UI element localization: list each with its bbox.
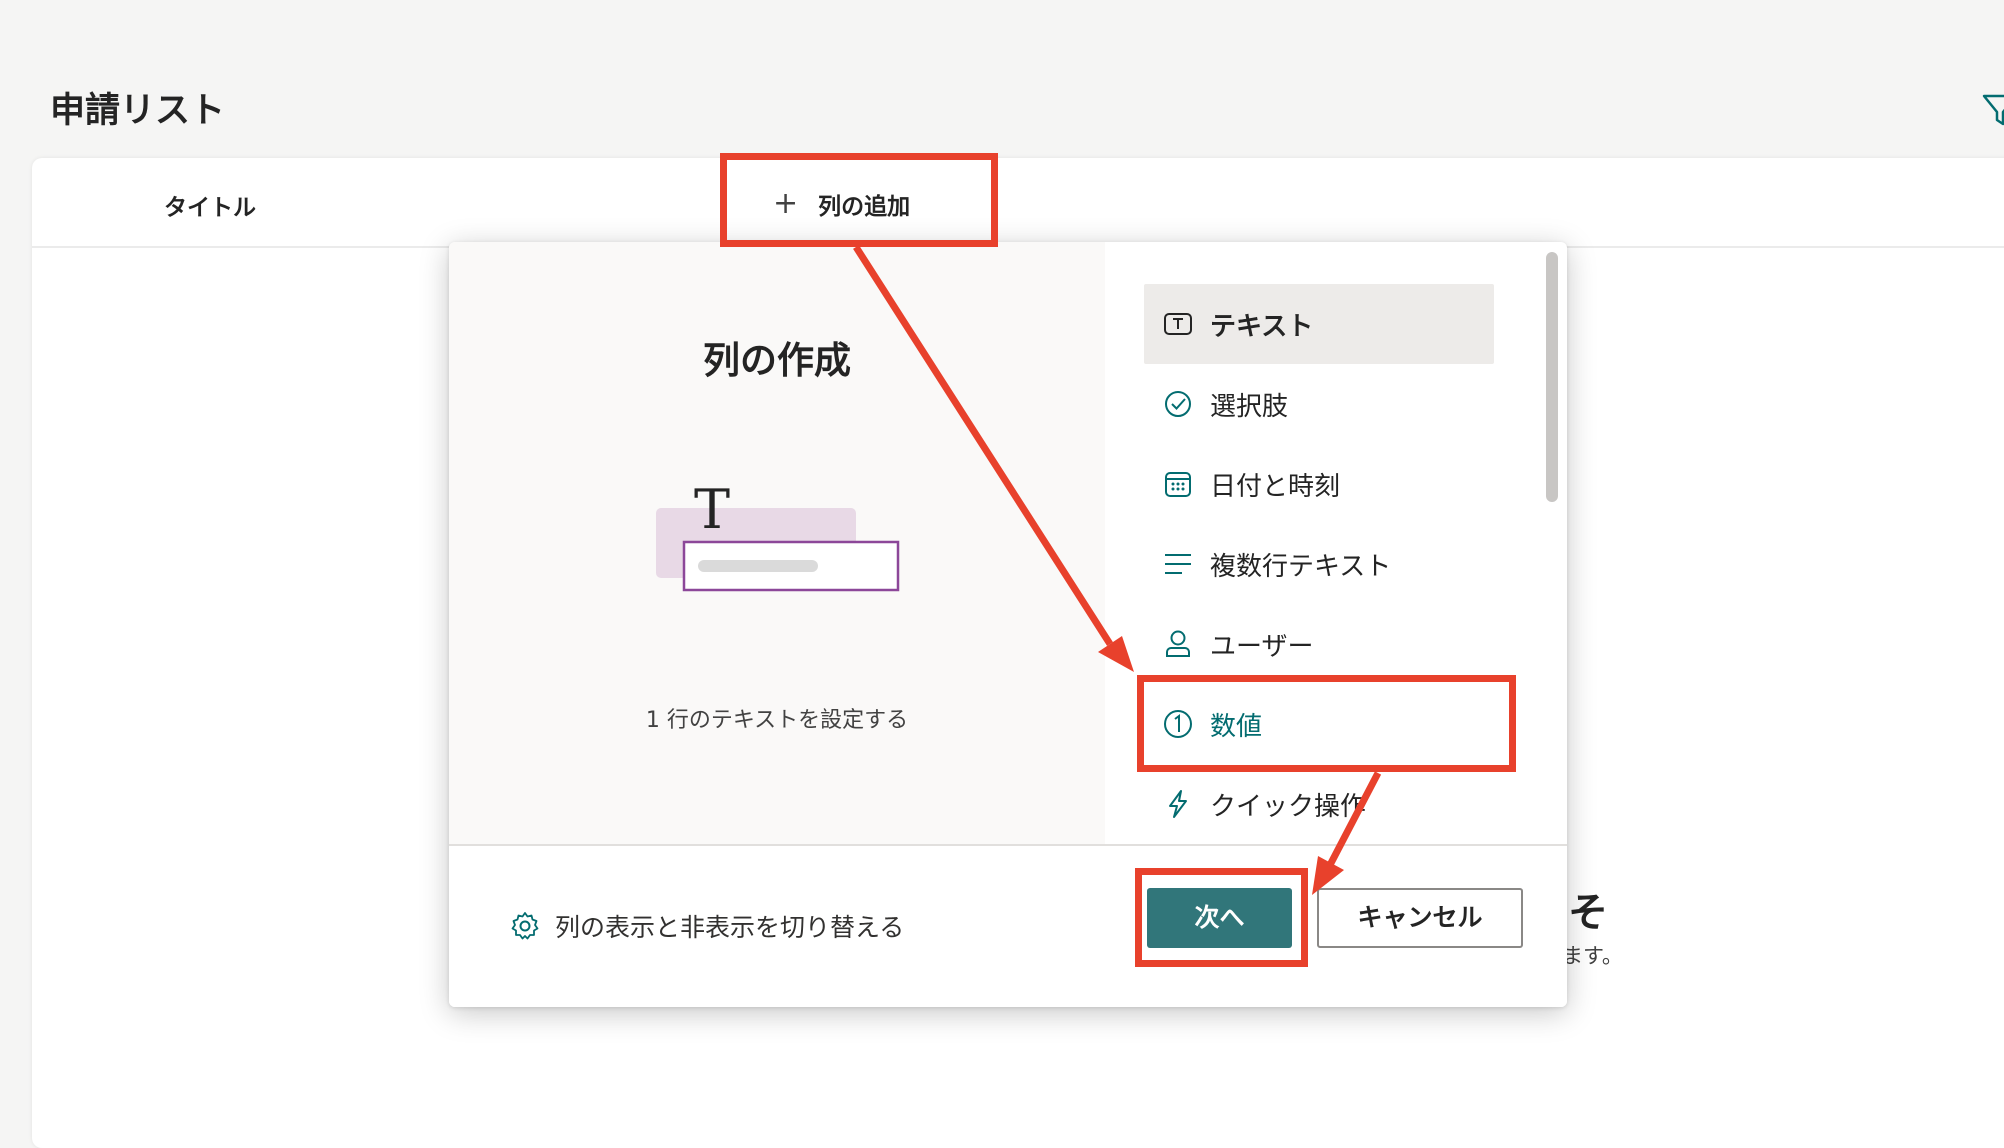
type-option-label: クイック操作 bbox=[1210, 791, 1367, 822]
scrollbar-thumb[interactable] bbox=[1546, 252, 1558, 502]
cancel-button[interactable]: キャンセル bbox=[1317, 888, 1523, 948]
gear-icon bbox=[511, 912, 539, 940]
annotation-box-number bbox=[1137, 675, 1516, 772]
lightning-icon bbox=[1169, 790, 1187, 818]
text-field-preview-illustration: T bbox=[656, 480, 900, 592]
multiline-icon bbox=[1165, 554, 1191, 574]
create-column-dialog: 列の作成 T 1 行のテキストを設定する テキスト 選択肢 日付と時刻 複数行テ… bbox=[449, 242, 1567, 1007]
choice-check-icon bbox=[1165, 391, 1191, 417]
toggle-column-visibility-label: 列の表示と非表示を切り替える bbox=[555, 913, 905, 942]
filter-icon[interactable] bbox=[1980, 90, 2004, 130]
calendar-icon bbox=[1165, 472, 1191, 497]
person-icon bbox=[1166, 630, 1190, 657]
annotation-box-next bbox=[1135, 868, 1308, 967]
empty-state-subtext: ます。 bbox=[1562, 944, 1623, 968]
type-option-multiline[interactable]: 複数行テキスト bbox=[1144, 524, 1494, 604]
type-option-label: 選択肢 bbox=[1210, 391, 1289, 422]
empty-state-heading: そ bbox=[1568, 890, 1608, 936]
type-option-quick-action[interactable]: クイック操作 bbox=[1144, 764, 1494, 844]
preview-pane: 列の作成 T 1 行のテキストを設定する bbox=[449, 242, 1105, 844]
page-title: 申請リスト bbox=[50, 91, 226, 131]
type-option-label: テキスト bbox=[1210, 311, 1314, 342]
annotation-box-add-column bbox=[720, 153, 998, 247]
list-header-row: タイトル + 列の追加 bbox=[32, 158, 2004, 248]
column-header-title[interactable]: タイトル bbox=[164, 188, 256, 222]
type-option-label: 日付と時刻 bbox=[1210, 471, 1341, 502]
toggle-column-visibility-link[interactable]: 列の表示と非表示を切り替える bbox=[509, 908, 904, 944]
type-option-datetime[interactable]: 日付と時刻 bbox=[1144, 444, 1494, 524]
type-list-scrollbar[interactable] bbox=[1544, 252, 1560, 842]
dialog-footer: 列の表示と非表示を切り替える 次へ キャンセル bbox=[449, 844, 1567, 1007]
type-option-text[interactable]: テキスト bbox=[1144, 284, 1494, 364]
type-option-user[interactable]: ユーザー bbox=[1144, 604, 1494, 684]
preview-description: 1 行のテキストを設定する bbox=[645, 708, 909, 733]
type-option-choice[interactable]: 選択肢 bbox=[1144, 364, 1494, 444]
svg-text:T: T bbox=[694, 480, 730, 541]
type-option-label: 複数行テキスト bbox=[1210, 551, 1392, 582]
type-option-label: ユーザー bbox=[1210, 631, 1314, 662]
text-icon bbox=[1164, 313, 1192, 335]
dialog-title: 列の作成 bbox=[703, 339, 851, 382]
